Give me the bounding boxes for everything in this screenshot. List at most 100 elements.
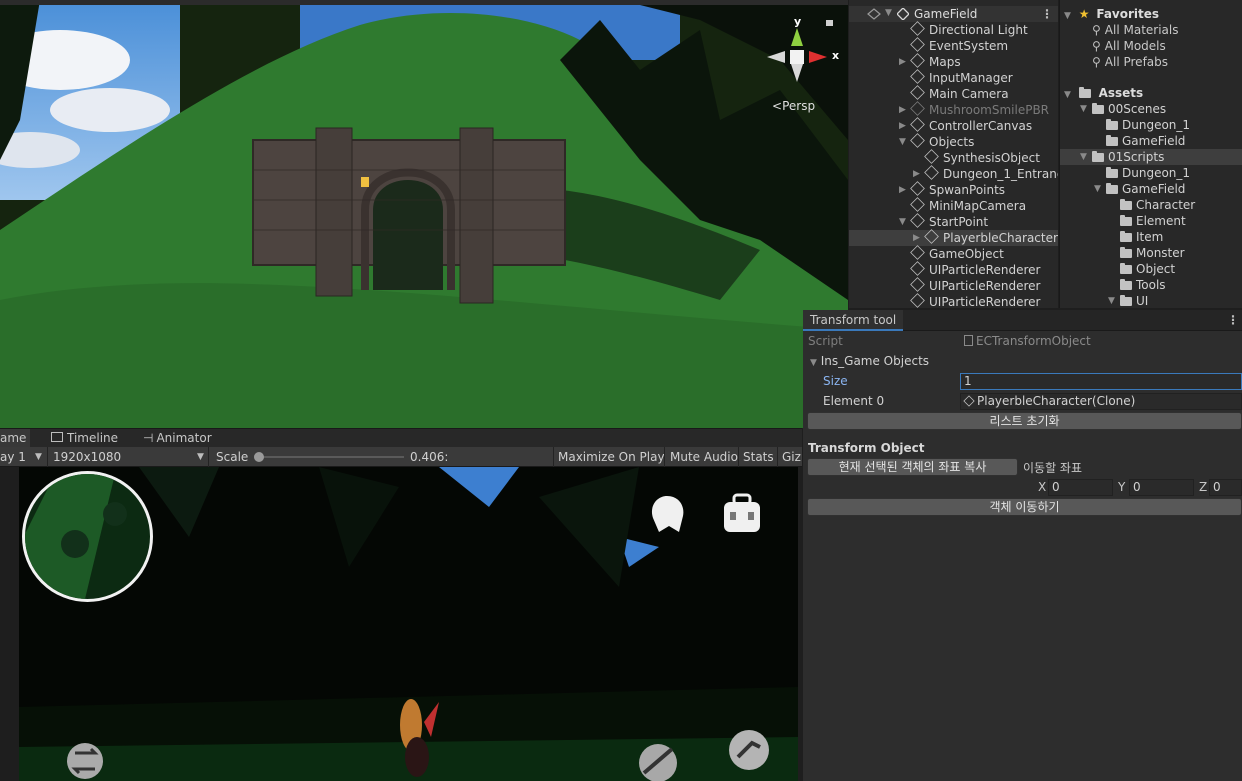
project-folder-item[interactable]: ▼ GameField: [1060, 181, 1242, 197]
hierarchy-item[interactable]: ▼ Objects: [849, 133, 1058, 150]
copy-selected-coords-button[interactable]: 현재 선택된 객체의 좌표 복사: [807, 458, 1018, 476]
display-select[interactable]: ay 1: [0, 447, 26, 467]
chevron-down-icon[interactable]: ▼: [810, 358, 817, 368]
project-folder-item[interactable]: Item: [1060, 229, 1242, 245]
favorites-header[interactable]: ▼ ★ Favorites: [1064, 6, 1159, 22]
y-input[interactable]: 0: [1129, 479, 1194, 496]
scale-slider-handle[interactable]: [254, 452, 264, 462]
project-folder-item[interactable]: Dungeon_1: [1060, 165, 1242, 181]
project-folder-item[interactable]: ▼ 00Scenes: [1060, 101, 1242, 117]
maximize-on-play-toggle[interactable]: Maximize On Play: [558, 447, 665, 467]
element0-value: PlayerbleCharacter(Clone): [977, 394, 1136, 408]
hierarchy-item[interactable]: GameObject: [849, 245, 1058, 262]
resolution-select[interactable]: 1920x1080: [53, 447, 121, 467]
tab-timeline[interactable]: Timeline: [44, 429, 125, 448]
hierarchy-item[interactable]: MiniMapCamera: [849, 197, 1058, 214]
move-object-button[interactable]: 객체 이동하기: [807, 498, 1242, 516]
more-options-icon[interactable]: ⋮: [1227, 313, 1239, 327]
tab-animator[interactable]: ⊣ Animator: [136, 429, 219, 448]
hierarchy-panel[interactable]: ▼ GameField ⋮ Directional Light EventSyst…: [849, 0, 1058, 308]
stats-toggle[interactable]: Stats: [743, 447, 774, 467]
x-input[interactable]: 0: [1048, 479, 1113, 496]
game-tab-bar: ame Timeline ⊣ Animator: [0, 428, 802, 448]
assets-label: Assets: [1098, 86, 1144, 100]
chevron-right-icon[interactable]: ▶: [899, 54, 906, 70]
hierarchy-item[interactable]: ▶ ControllerCanvas: [849, 117, 1058, 134]
assets-header[interactable]: ▼ Assets: [1064, 85, 1143, 101]
scale-label: Scale: [216, 450, 249, 464]
chevron-down-icon[interactable]: ▼: [885, 8, 892, 18]
hierarchy-item[interactable]: ▼ StartPoint: [849, 213, 1058, 230]
chevron-down-icon[interactable]: ▼: [1064, 90, 1071, 100]
chevron-down-icon[interactable]: ▼: [35, 447, 42, 467]
more-options-icon[interactable]: ⋮: [1041, 6, 1053, 22]
chevron-right-icon[interactable]: ▶: [899, 102, 906, 118]
hierarchy-item[interactable]: ▶ Maps: [849, 53, 1058, 70]
hierarchy-item-label: Dungeon_1_Entrance: [943, 167, 1058, 181]
chevron-down-icon[interactable]: ▼: [899, 214, 906, 230]
project-panel[interactable]: ▼ ★ Favorites ⚲ All Materials ⚲ All Models ⚲…: [1059, 0, 1242, 308]
hierarchy-item[interactable]: UIParticleRenderer: [849, 277, 1058, 294]
element0-label: Element 0: [823, 394, 885, 408]
chevron-down-icon[interactable]: ▼: [1080, 101, 1087, 117]
project-folder-item[interactable]: ▼ UI: [1060, 293, 1242, 308]
projection-toggle[interactable]: <Persp: [772, 99, 815, 113]
hierarchy-item[interactable]: ▶ SpwanPoints: [849, 181, 1058, 198]
hierarchy-item[interactable]: Directional Light: [849, 21, 1058, 38]
hierarchy-item[interactable]: EventSystem: [849, 37, 1058, 54]
chevron-down-icon[interactable]: ▼: [1108, 293, 1115, 308]
favorite-item[interactable]: ⚲ All Materials: [1092, 22, 1179, 38]
hierarchy-item[interactable]: UIParticleRenderer: [849, 293, 1058, 308]
dash-skill-icon[interactable]: [724, 725, 774, 775]
inventory-bag-icon[interactable]: [720, 492, 764, 536]
hierarchy-item[interactable]: ▶ Dungeon_1_Entrance: [849, 165, 1058, 182]
gameobject-icon: [910, 69, 925, 84]
scene-view[interactable]: y x <Persp: [0, 0, 848, 428]
chevron-right-icon[interactable]: ▶: [899, 182, 906, 198]
hierarchy-item[interactable]: SynthesisObject: [849, 149, 1058, 166]
z-input[interactable]: 0: [1209, 479, 1242, 496]
size-input[interactable]: 1: [960, 373, 1242, 390]
project-folder-item[interactable]: Monster: [1060, 245, 1242, 261]
hierarchy-item[interactable]: Main Camera: [849, 85, 1058, 102]
reset-list-button[interactable]: 리스트 초기화: [807, 412, 1242, 430]
chevron-right-icon[interactable]: ▶: [899, 118, 906, 134]
character-menu-icon[interactable]: [645, 492, 689, 536]
chevron-right-icon[interactable]: ▶: [913, 166, 920, 182]
tab-game[interactable]: ame: [0, 429, 31, 448]
game-toolbar: ay 1 ▼ 1920x1080 ▼ Scale 0.406: Maximize…: [0, 447, 802, 467]
project-folder-item[interactable]: GameField: [1060, 133, 1242, 149]
hierarchy-item[interactable]: ▶ MushroomSmilePBR: [849, 101, 1058, 118]
project-folder-item[interactable]: Element: [1060, 213, 1242, 229]
favorite-item[interactable]: ⚲ All Models: [1092, 38, 1166, 54]
chevron-right-icon[interactable]: ▶: [913, 230, 920, 246]
hierarchy-root-row[interactable]: ▼ GameField ⋮: [849, 6, 1058, 22]
project-folder-item[interactable]: Tools: [1060, 277, 1242, 293]
ins-game-objects-foldout[interactable]: ▼ Ins_Game Objects: [810, 354, 929, 368]
favorite-item[interactable]: ⚲ All Prefabs: [1092, 54, 1168, 70]
element0-object-field[interactable]: PlayerbleCharacter(Clone): [960, 393, 1242, 410]
orientation-gizmo[interactable]: y x: [765, 14, 845, 104]
tab-transform-tool[interactable]: Transform tool: [803, 310, 904, 331]
chevron-down-icon[interactable]: ▼: [1064, 11, 1071, 21]
scale-slider-track[interactable]: [256, 456, 404, 458]
project-folder-item[interactable]: Character: [1060, 197, 1242, 213]
mute-audio-toggle[interactable]: Mute Audio: [670, 447, 738, 467]
project-folder-label: Monster: [1136, 246, 1185, 260]
chevron-down-icon[interactable]: ▼: [1094, 181, 1101, 197]
project-folder-item[interactable]: ▼ 01Scripts: [1060, 149, 1242, 165]
swap-action-icon[interactable]: [61, 739, 109, 779]
chevron-down-icon[interactable]: ▼: [197, 447, 204, 467]
chevron-down-icon[interactable]: ▼: [899, 134, 906, 150]
attack-skill-icon[interactable]: [634, 739, 682, 781]
game-view[interactable]: [19, 467, 798, 781]
minimap[interactable]: [22, 471, 153, 602]
project-folder-item[interactable]: Object: [1060, 261, 1242, 277]
hierarchy-item[interactable]: InputManager: [849, 69, 1058, 86]
gizmos-toggle[interactable]: Gizr: [782, 447, 802, 467]
chevron-down-icon[interactable]: ▼: [1080, 149, 1087, 165]
hierarchy-item[interactable]: ▶ PlayerbleCharacter(Clone): [849, 229, 1058, 246]
project-folder-item[interactable]: Dungeon_1: [1060, 117, 1242, 133]
gameobject-icon: [924, 165, 939, 180]
hierarchy-item[interactable]: UIParticleRenderer: [849, 261, 1058, 278]
